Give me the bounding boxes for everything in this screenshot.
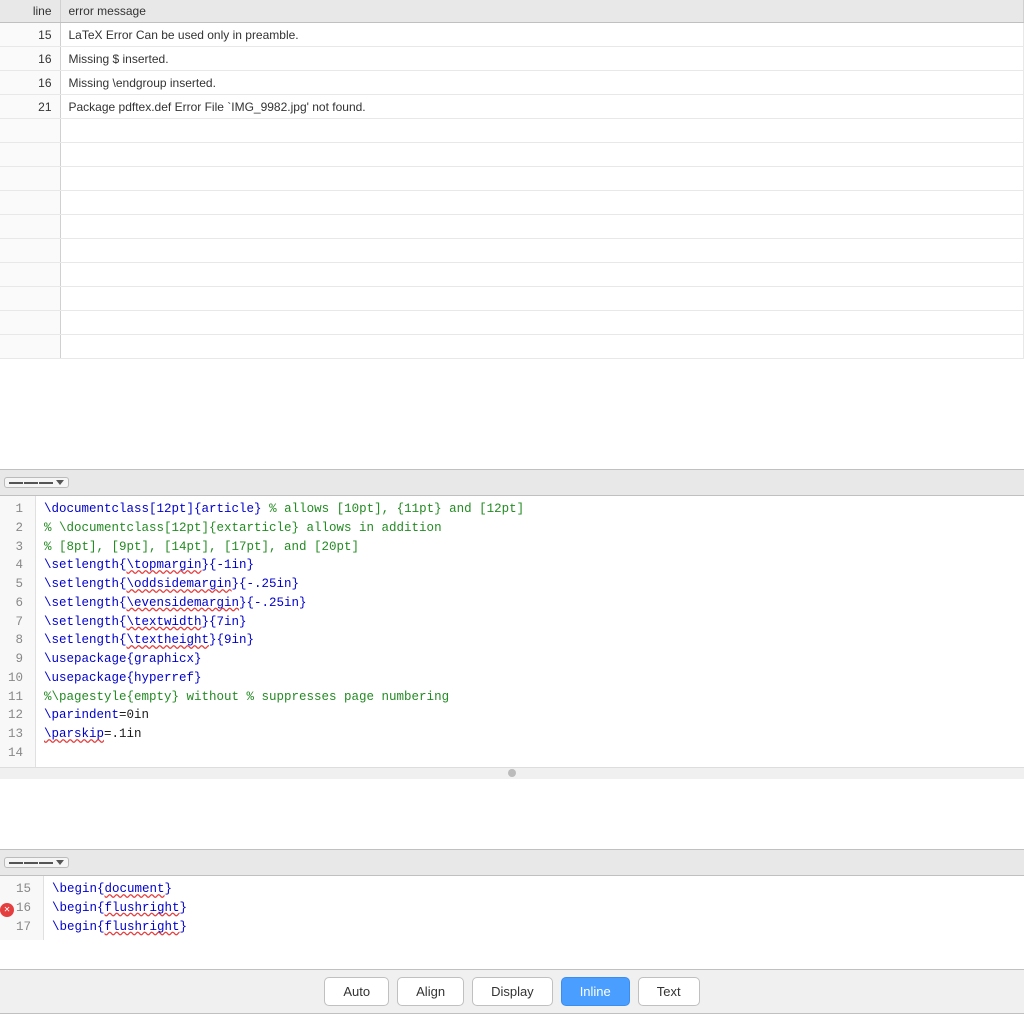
scroll-dot-1 [508, 769, 516, 777]
table-row: 16Missing \endgroup inserted. [0, 71, 1024, 95]
panel-1-header [0, 470, 1024, 496]
table-row-empty [0, 191, 1024, 215]
text-button[interactable]: Text [638, 977, 700, 1006]
chevron-down-icon-2 [56, 860, 64, 865]
code-line: \setlength{\textheight}{9in} [44, 631, 1016, 650]
code-line: \begin{flushright} [52, 918, 1016, 937]
display-button[interactable]: Display [472, 977, 553, 1006]
inline-button[interactable]: Inline [561, 977, 630, 1006]
code-panel-2: 15✕1617 \begin{document}\begin{flushrigh… [0, 850, 1024, 1014]
code-line: \documentclass[12pt]{article} % allows [… [44, 500, 1016, 519]
table-row-empty [0, 311, 1024, 335]
code-line: \usepackage{graphicx} [44, 650, 1016, 669]
error-line-num: 15 [0, 23, 60, 47]
line-number: 13 [0, 725, 29, 744]
error-message-text: LaTeX Error Can be used only in preamble… [60, 23, 1024, 47]
code-line: \begin{flushright} [52, 899, 1016, 918]
line-number: 5 [0, 575, 29, 594]
line-number: 10 [0, 669, 29, 688]
bottom-toolbar: Auto Align Display Inline Text [0, 969, 1024, 1013]
code-line: % [8pt], [9pt], [14pt], [17pt], and [20p… [44, 538, 1016, 557]
col-header-line: line [0, 0, 60, 23]
line-number: 6 [0, 594, 29, 613]
col-header-message: error message [60, 0, 1024, 23]
panel-2-header [0, 850, 1024, 876]
align-button[interactable]: Align [397, 977, 464, 1006]
code-line: %\pagestyle{empty} without % suppresses … [44, 688, 1016, 707]
error-line-num: 21 [0, 95, 60, 119]
line-number: 3 [0, 538, 29, 557]
code-line: \begin{document} [52, 880, 1016, 899]
table-row-empty [0, 119, 1024, 143]
line-number: ✕16 [0, 899, 37, 918]
error-message-text: Package pdftex.def Error File `IMG_9982.… [60, 95, 1024, 119]
line-number: 14 [0, 744, 29, 763]
line-number: 7 [0, 613, 29, 632]
table-row-empty [0, 215, 1024, 239]
main-container: line error message 15LaTeX Error Can be … [0, 0, 1024, 1014]
table-row-empty [0, 167, 1024, 191]
error-table: line error message 15LaTeX Error Can be … [0, 0, 1024, 359]
panel-2-code-content: 15✕1617 \begin{document}\begin{flushrigh… [0, 876, 1024, 940]
error-message-text: Missing $ inserted. [60, 47, 1024, 71]
table-row: 16Missing $ inserted. [0, 47, 1024, 71]
table-row-empty [0, 263, 1024, 287]
panel-1-line-numbers: 1234567891011121314 [0, 496, 36, 767]
panel-2-menu-button[interactable] [4, 857, 69, 868]
code-line: \setlength{\textwidth}{7in} [44, 613, 1016, 632]
auto-button[interactable]: Auto [324, 977, 389, 1006]
code-panel-1: 1234567891011121314 \documentclass[12pt]… [0, 470, 1024, 850]
panel-2-line-numbers: 15✕1617 [0, 876, 44, 940]
panel-1-menu-button[interactable] [4, 477, 69, 488]
table-row: 15LaTeX Error Can be used only in preamb… [0, 23, 1024, 47]
line-number: 8 [0, 631, 29, 650]
error-circle-icon: ✕ [0, 903, 14, 917]
line-number: 11 [0, 688, 29, 707]
line-number: 4 [0, 556, 29, 575]
code-line: \setlength{\topmargin}{-1in} [44, 556, 1016, 575]
table-row: 21Package pdftex.def Error File `IMG_998… [0, 95, 1024, 119]
code-line: \parskip=.1in [44, 725, 1016, 744]
error-line-num: 16 [0, 47, 60, 71]
code-line: \setlength{\evensidemargin}{-.25in} [44, 594, 1016, 613]
error-table-section: line error message 15LaTeX Error Can be … [0, 0, 1024, 470]
error-message-text: Missing \endgroup inserted. [60, 71, 1024, 95]
panel-2-code-lines[interactable]: \begin{document}\begin{flushright}\begin… [44, 876, 1024, 940]
line-number: 12 [0, 706, 29, 725]
line-number: 15 [0, 880, 37, 899]
error-line-num: 16 [0, 71, 60, 95]
table-row-empty [0, 335, 1024, 359]
panel-1-code-content: 1234567891011121314 \documentclass[12pt]… [0, 496, 1024, 767]
line-number: 1 [0, 500, 29, 519]
scroll-indicator-1 [0, 767, 1024, 779]
line-number: 17 [0, 918, 37, 937]
code-line: \usepackage{hyperref} [44, 669, 1016, 688]
table-row-empty [0, 143, 1024, 167]
table-row-empty [0, 239, 1024, 263]
code-line: \setlength{\oddsidemargin}{-.25in} [44, 575, 1016, 594]
code-line: \parindent=0in [44, 706, 1016, 725]
panel-1-code-lines[interactable]: \documentclass[12pt]{article} % allows [… [36, 496, 1024, 767]
table-row-empty [0, 287, 1024, 311]
line-number: 9 [0, 650, 29, 669]
chevron-down-icon [56, 480, 64, 485]
code-line: % \documentclass[12pt]{extarticle} allow… [44, 519, 1016, 538]
line-number: 2 [0, 519, 29, 538]
